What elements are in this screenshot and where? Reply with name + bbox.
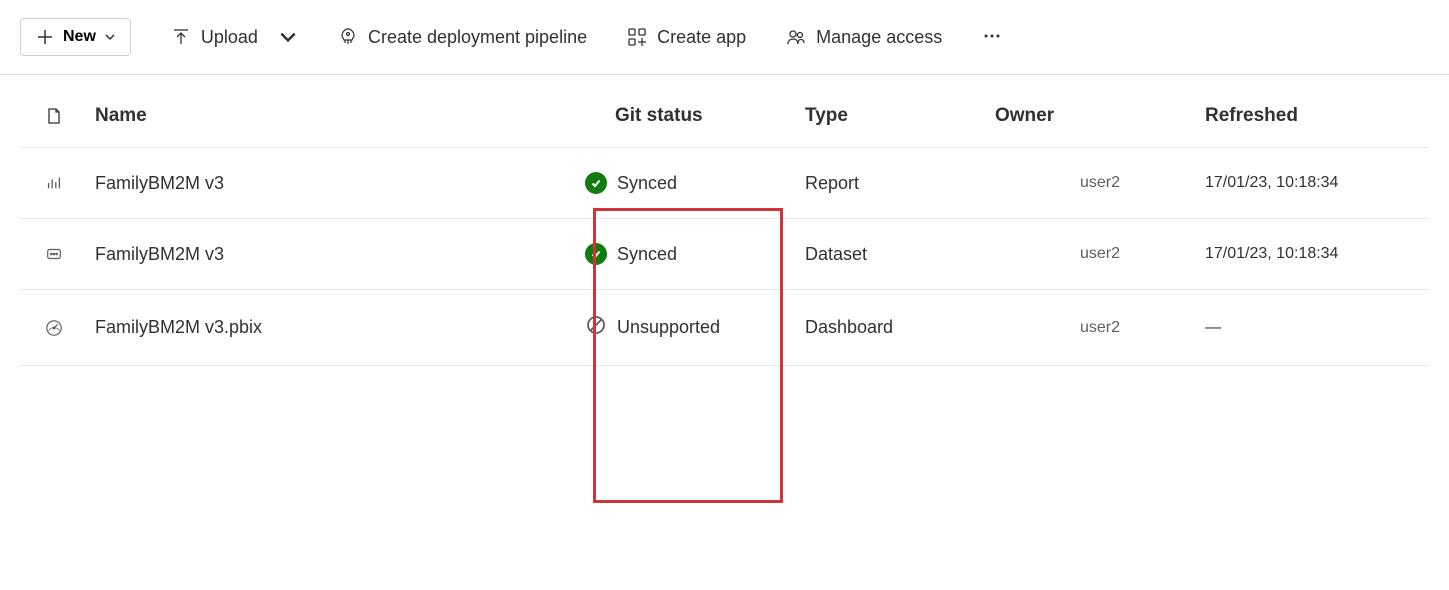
ellipsis-icon bbox=[982, 26, 1002, 46]
column-header-name[interactable]: Name bbox=[95, 105, 585, 127]
row-type-icon bbox=[20, 319, 95, 337]
row-git-status: Unsupported bbox=[585, 314, 775, 341]
report-icon bbox=[45, 174, 63, 192]
row-type: Dashboard bbox=[775, 317, 995, 338]
plus-icon bbox=[35, 27, 55, 47]
row-git-status: Synced bbox=[585, 172, 775, 194]
column-header-type[interactable]: Type bbox=[775, 105, 995, 127]
column-header-refreshed[interactable]: Refreshed bbox=[1205, 105, 1415, 127]
row-name: FamilyBM2M v3.pbix bbox=[95, 317, 585, 338]
more-options-button[interactable] bbox=[982, 26, 1002, 49]
row-refreshed: 17/01/23, 10:18:34 bbox=[1205, 245, 1415, 263]
table-row[interactable]: FamilyBM2M v3 Synced Dataset user2 17/01… bbox=[20, 219, 1429, 290]
row-git-status: Synced bbox=[585, 243, 775, 265]
people-icon bbox=[786, 27, 806, 47]
column-header-git-status[interactable]: Git status bbox=[585, 105, 775, 127]
new-button[interactable]: New bbox=[20, 18, 131, 56]
table-header: Name Git status Type Owner Refreshed bbox=[20, 75, 1429, 148]
row-type: Report bbox=[775, 173, 995, 194]
upload-label: Upload bbox=[201, 27, 258, 48]
git-status-label: Unsupported bbox=[617, 317, 720, 338]
row-type-icon bbox=[20, 174, 95, 192]
row-name: FamilyBM2M v3 bbox=[95, 244, 585, 265]
chevron-down-icon bbox=[278, 27, 298, 47]
toolbar: New Upload Create deployment pipeline bbox=[0, 0, 1449, 75]
row-type-icon bbox=[20, 245, 95, 263]
create-pipeline-label: Create deployment pipeline bbox=[368, 27, 587, 48]
create-pipeline-button[interactable]: Create deployment pipeline bbox=[338, 27, 587, 48]
rocket-icon bbox=[338, 27, 358, 47]
row-refreshed: 17/01/23, 10:18:34 bbox=[1205, 174, 1415, 192]
dashboard-icon bbox=[45, 319, 63, 337]
manage-access-label: Manage access bbox=[816, 27, 942, 48]
row-refreshed: — bbox=[1205, 319, 1415, 337]
create-app-label: Create app bbox=[657, 27, 746, 48]
row-owner: user2 bbox=[995, 174, 1205, 192]
upload-button[interactable]: Upload bbox=[171, 27, 298, 48]
content-area: Name Git status Type Owner Refreshed Fam… bbox=[0, 75, 1449, 366]
table-row[interactable]: FamilyBM2M v3.pbix Unsupported Dashboard… bbox=[20, 290, 1429, 366]
git-status-label: Synced bbox=[617, 173, 677, 194]
new-button-label: New bbox=[63, 28, 96, 46]
create-app-button[interactable]: Create app bbox=[627, 27, 746, 48]
file-icon bbox=[45, 107, 63, 125]
check-circle-icon bbox=[585, 172, 607, 194]
row-owner: user2 bbox=[995, 319, 1205, 337]
row-name: FamilyBM2M v3 bbox=[95, 173, 585, 194]
app-icon bbox=[627, 27, 647, 47]
check-circle-icon bbox=[585, 243, 607, 265]
dataset-icon bbox=[45, 245, 63, 263]
column-header-owner[interactable]: Owner bbox=[995, 105, 1205, 127]
table-row[interactable]: FamilyBM2M v3 Synced Report user2 17/01/… bbox=[20, 148, 1429, 219]
chevron-down-icon bbox=[104, 31, 116, 43]
blocked-icon bbox=[585, 314, 607, 341]
row-type: Dataset bbox=[775, 244, 995, 265]
manage-access-button[interactable]: Manage access bbox=[786, 27, 942, 48]
row-owner: user2 bbox=[995, 245, 1205, 263]
upload-icon bbox=[171, 27, 191, 47]
git-status-label: Synced bbox=[617, 244, 677, 265]
column-header-icon bbox=[20, 107, 95, 125]
